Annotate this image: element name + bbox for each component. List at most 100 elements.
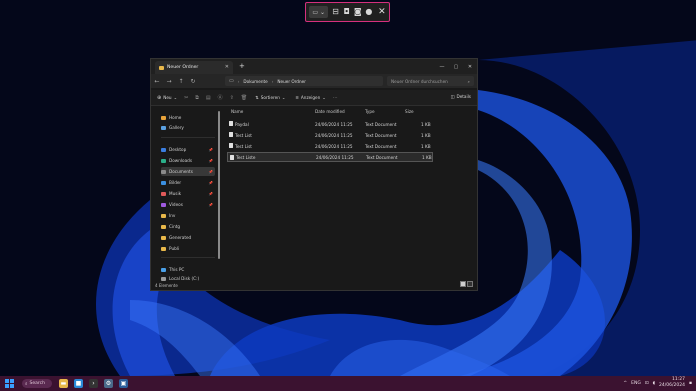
sidebar-item-home[interactable]: Home bbox=[161, 113, 215, 122]
file-name: Test Liste bbox=[236, 154, 256, 160]
details-pane-button[interactable]: ◫ Details bbox=[451, 94, 472, 99]
tab-neuer-ordner[interactable]: Neuer Ordner ✕ bbox=[155, 61, 233, 74]
command-bar: ⊕ Neu ⌄ ✂ ⧉ ▤ Ⓐ ⇪ 🗑 ⇅ Sortieren ⌄ ≡ Anze… bbox=[151, 90, 477, 106]
delete-icon[interactable]: 🗑 bbox=[241, 95, 247, 101]
forward-icon[interactable]: → bbox=[163, 78, 175, 85]
freeform-icon[interactable]: ● bbox=[365, 7, 373, 17]
photos-app-icon[interactable]: ▣ bbox=[119, 379, 128, 388]
documents-icon bbox=[161, 169, 166, 174]
text-file-icon bbox=[229, 132, 233, 137]
back-icon[interactable]: ← bbox=[151, 78, 163, 85]
window-close-icon[interactable]: ✕ bbox=[463, 59, 477, 74]
copy-icon[interactable]: ⧉ bbox=[195, 95, 199, 101]
breadcrumb-neuer-ordner[interactable]: Neuer Ordner bbox=[277, 79, 306, 84]
explorer-app-icon[interactable]: ▬ bbox=[59, 379, 68, 388]
language-indicator[interactable]: ENG bbox=[631, 381, 641, 386]
sidebar-item-downloads[interactable]: Downloads 📌 bbox=[161, 156, 215, 165]
sidebar-item-label: Inv bbox=[169, 213, 176, 218]
rename-icon[interactable]: Ⓐ bbox=[218, 94, 223, 101]
sort-button[interactable]: ⇅ Sortieren ⌄ bbox=[255, 95, 285, 100]
file-date: 24/06/2024 11:25 bbox=[315, 121, 353, 127]
address-bar[interactable]: ▭ › Dokumente › Neuer Ordner bbox=[225, 76, 383, 86]
sidebar-item-inv[interactable]: Inv bbox=[161, 211, 215, 220]
file-size: 1 KB bbox=[421, 143, 431, 149]
network-icon[interactable]: ⊡ bbox=[645, 381, 649, 386]
sidebar-item-bilder[interactable]: Bilder 📌 bbox=[161, 178, 215, 187]
file-size: 1 KB bbox=[421, 132, 431, 138]
paste-icon[interactable]: ▤ bbox=[206, 95, 211, 101]
sidebar-item-musik[interactable]: Musik 📌 bbox=[161, 189, 215, 198]
add-tab-button[interactable]: + bbox=[239, 62, 245, 70]
view-button[interactable]: ≡ Anzeigen ⌄ bbox=[295, 95, 325, 100]
snip-mode-dropdown[interactable]: ▭ ⌄ bbox=[309, 6, 329, 18]
settings-app-icon[interactable]: ⚙ bbox=[104, 379, 113, 388]
search-input[interactable]: Neuer Ordner durchsuchen ⌕ bbox=[387, 76, 474, 86]
sidebar-item-gallery[interactable]: Gallery bbox=[161, 123, 215, 132]
terminal-app-icon[interactable]: › bbox=[89, 379, 98, 388]
folder-icon bbox=[161, 224, 166, 229]
sidebar-item-documents[interactable]: Documents 📌 bbox=[161, 167, 215, 176]
pictures-icon bbox=[161, 180, 166, 185]
sidebar-item-generated[interactable]: Generated bbox=[161, 233, 215, 242]
folder-icon bbox=[161, 235, 166, 240]
up-icon[interactable]: ↑ bbox=[175, 78, 187, 85]
file-row[interactable]: Paydal 24/06/2024 11:25 Text Document 1 KB bbox=[227, 119, 433, 129]
sidebar-item-this-pc[interactable]: This PC bbox=[161, 265, 215, 274]
sidebar-item-cintg[interactable]: Cintg bbox=[161, 222, 215, 231]
window-icon[interactable]: ◘ bbox=[343, 7, 351, 17]
chevron-up-icon[interactable]: ^ bbox=[623, 381, 627, 386]
column-type[interactable]: Type bbox=[365, 109, 375, 114]
pin-icon: 📌 bbox=[208, 191, 213, 196]
refresh-icon[interactable]: ↻ bbox=[187, 78, 199, 85]
file-row[interactable]: Test List 24/06/2024 11:25 Text Document 1 … bbox=[227, 130, 433, 140]
volume-icon[interactable]: ◖ bbox=[653, 381, 655, 386]
notification-icon[interactable]: ▪ bbox=[689, 381, 692, 386]
start-button[interactable] bbox=[5, 379, 14, 388]
sidebar-item-desktop[interactable]: Desktop 📌 bbox=[161, 145, 215, 154]
pin-icon: 📌 bbox=[208, 169, 213, 174]
rectangle-icon[interactable]: ⊟ bbox=[331, 7, 339, 17]
title-bar: Neuer Ordner ✕ + — ▢ ✕ bbox=[151, 59, 477, 74]
taskbar-search[interactable]: ⌕ Search bbox=[22, 379, 52, 388]
file-size: 1 KB bbox=[421, 121, 431, 127]
view-button-label: Anzeigen bbox=[300, 95, 321, 100]
more-icon[interactable]: ··· bbox=[333, 95, 338, 101]
fullscreen-icon[interactable]: ◙ bbox=[354, 7, 362, 17]
sidebar-item-label: Documents bbox=[169, 169, 193, 174]
close-icon[interactable]: ✕ bbox=[378, 7, 386, 17]
file-type: Text Document bbox=[366, 154, 398, 160]
column-name[interactable]: Name bbox=[231, 109, 243, 114]
details-view-icon[interactable] bbox=[460, 281, 466, 287]
cut-icon[interactable]: ✂ bbox=[184, 95, 188, 101]
sidebar-item-publi[interactable]: Publi bbox=[161, 244, 215, 253]
new-button[interactable]: ⊕ Neu ⌄ bbox=[157, 95, 177, 101]
column-size[interactable]: Size bbox=[405, 109, 414, 114]
sidebar-item-local-disk-c-[interactable]: Local Disk (C:) bbox=[161, 274, 215, 283]
file-date: 24/06/2024 11:25 bbox=[315, 143, 353, 149]
sort-icon: ⇅ bbox=[255, 95, 259, 100]
chevron-right-icon: › bbox=[237, 78, 240, 84]
details-icon: ◫ bbox=[450, 94, 455, 99]
file-row[interactable]: Test List 24/06/2024 11:25 Text Document 1 … bbox=[227, 141, 433, 151]
minimize-icon[interactable]: — bbox=[435, 59, 449, 74]
address-row: ← → ↑ ↻ ▭ › Dokumente › Neuer Ordner Neu… bbox=[151, 74, 477, 88]
maximize-icon[interactable]: ▢ bbox=[449, 59, 463, 74]
breadcrumb-dokumente[interactable]: Dokumente bbox=[243, 79, 267, 84]
nav-pane-scrollbar[interactable] bbox=[218, 111, 220, 259]
close-tab-icon[interactable]: ✕ bbox=[225, 64, 229, 70]
share-icon[interactable]: ⇪ bbox=[230, 95, 234, 101]
sidebar-item-label: Desktop bbox=[169, 147, 187, 152]
sidebar-item-videos[interactable]: Videos 📌 bbox=[161, 200, 215, 209]
store-app-icon[interactable]: ■ bbox=[74, 379, 83, 388]
clock[interactable]: 11:27 24/06/2024 bbox=[659, 377, 685, 389]
desktop-icon bbox=[161, 147, 166, 152]
text-file-icon bbox=[229, 143, 233, 148]
sidebar-item-label: Bilder bbox=[169, 180, 182, 185]
search-icon: ⌕ bbox=[25, 381, 28, 387]
file-date: 24/06/2024 11:25 bbox=[315, 132, 353, 138]
tiles-view-icon[interactable] bbox=[467, 281, 473, 287]
file-row[interactable]: Test Liste 24/06/2024 11:25 Text Document 1… bbox=[227, 152, 433, 162]
column-date-modified[interactable]: Date modified bbox=[315, 109, 345, 114]
status-bar-count: 4 Elemente bbox=[155, 283, 178, 288]
view-toggle bbox=[460, 281, 473, 287]
